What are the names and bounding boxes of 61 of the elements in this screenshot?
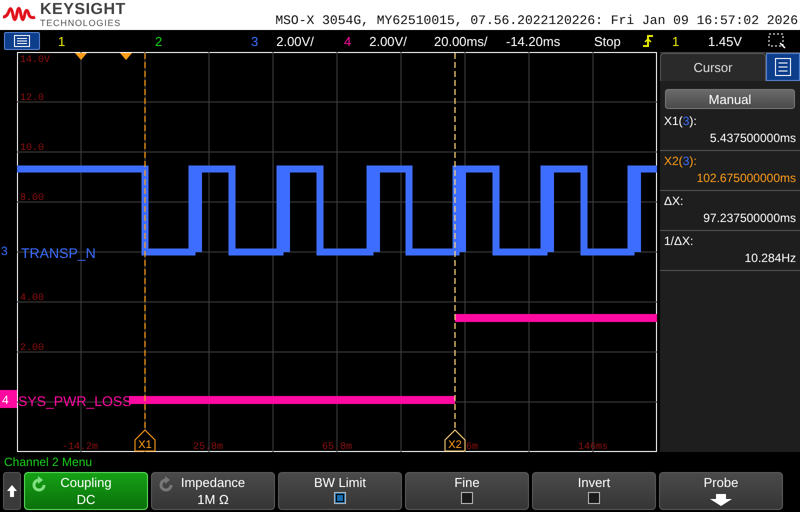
cursor-tag[interactable]: X1 [134,429,156,452]
menu-icon [775,58,791,76]
time-label: -14.2m [62,442,98,452]
reading-label: 1/ΔX: [664,233,694,249]
rotate-icon [30,476,48,494]
channel-number[interactable]: 2 [155,34,162,48]
time-label: 6m [466,442,478,452]
time-label: 25.8m [193,442,223,452]
channel-number[interactable]: 3 [251,34,258,48]
softkey-button[interactable]: Coupling DC [24,472,148,510]
reading-value: 102.675000000ms [696,170,796,187]
reading-label: ΔX: [664,193,684,209]
menu-tab[interactable] [766,53,800,81]
channel-marker[interactable]: 3 [0,242,15,260]
channel-scale: 2.00V/ [369,34,407,48]
time-label: 65.8m [322,442,352,452]
reading-label: X1(3): [664,113,698,129]
voltage-label: 10.0 [20,143,44,154]
voltage-label: 14.0V [20,55,50,66]
reading-value: 97.237500000ms [703,210,796,227]
timebase-reading: 20.00ms/ [434,34,488,48]
brand-name: KEYSIGHT [40,2,126,18]
panel-tab[interactable]: Cursor [660,53,766,81]
back-button[interactable] [3,472,21,510]
channel-scale: 2.00V/ [276,34,314,48]
selection-box-icon[interactable] [768,33,786,49]
trace-label: SYS_PWR_LOSS [18,393,132,409]
reading-label: X2(3): [664,153,698,169]
menu-button[interactable] [4,32,40,50]
trigger-edge-icon [642,34,654,48]
voltage-label: 2.00 [20,343,44,354]
channel-number[interactable]: 4 [344,34,352,48]
channel-number[interactable]: 1 [58,34,66,48]
channel-marker[interactable]: 4 [0,390,17,408]
time-label: 146ms [578,442,608,452]
trigger-level: 1.45V [708,34,743,48]
softkey-button[interactable]: BW Limit [278,472,402,510]
voltage-label: 8.00 [20,193,44,204]
menu-icon [14,35,30,47]
softkey-button[interactable]: Invert [532,472,656,510]
rotate-icon [157,476,175,494]
cursor-tag[interactable]: X2 [444,429,466,452]
softkey-button[interactable]: Impedance 1M Ω [151,472,275,510]
menu-title: Channel 2 Menu [3,454,94,470]
window-title: MSO-X 3054G, MY62510015, 07.56.2022120226: Fri Jan 09 16:57:02 2026 [275,13,798,28]
trace-label: TRANSP_N [21,245,96,261]
voltage-label: 4.00 [20,293,44,304]
softkey-button[interactable]: Probe [659,472,783,510]
trigger-position-icon [75,53,87,60]
up-arrow-icon [7,485,17,497]
delay-reading: -14.20ms [506,34,562,48]
brand-tagline: TECHNOLOGIES [40,19,122,28]
run-state: Stop [594,34,622,48]
delay-marker-icon [120,53,132,60]
trigger-source: 1 [672,34,680,48]
reading-value: 5.437500000ms [710,130,796,147]
softkey-button[interactable]: Fine [405,472,529,510]
reading-value: 10.284Hz [744,250,796,267]
down-arrow-icon [709,494,733,506]
mode-button[interactable]: Manual [665,89,795,109]
voltage-label: 12.0 [20,93,44,104]
